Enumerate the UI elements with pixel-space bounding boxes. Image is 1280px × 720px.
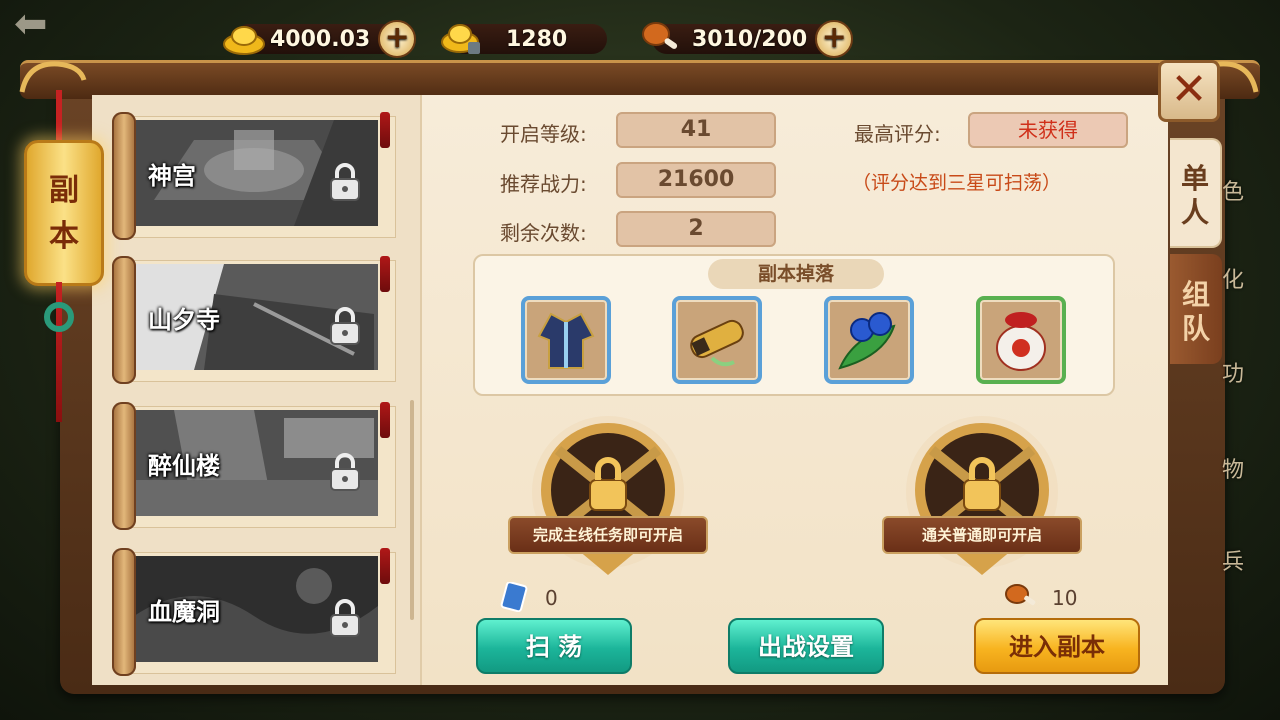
red-tassel: [380, 402, 390, 438]
lock-icon: [330, 307, 360, 345]
remaining-label: 剩余次数:: [500, 221, 587, 245]
wine-jar-icon: [996, 312, 1046, 371]
tab-char: 人: [1180, 196, 1209, 229]
dungeon-item-xuemodong[interactable]: 血魔洞: [110, 548, 396, 676]
gold-amount: 4000.03: [270, 26, 371, 52]
sweep-button[interactable]: 扫 荡: [476, 618, 632, 674]
unlock-condition-text: 完成主线任务即可开启: [508, 516, 708, 554]
level-label: 开启等级:: [500, 122, 587, 146]
ingot-resource: 1280: [441, 20, 608, 58]
bg-menu-text: 物: [1222, 458, 1245, 483]
banner-char: 本: [49, 219, 79, 254]
tab-team[interactable]: 组 队: [1170, 254, 1222, 364]
bg-menu-text: 兵: [1222, 550, 1245, 575]
tab-char: 队: [1181, 312, 1210, 345]
stamina-resource: 3010/200 +: [642, 20, 854, 58]
enter-dungeon-button[interactable]: 进入副本: [974, 618, 1140, 674]
sweep-hint: （评分达到三星可扫荡）: [852, 172, 1062, 194]
scroll-roller: [112, 402, 136, 530]
dungeon-name: 醉仙楼: [148, 452, 220, 480]
add-stamina-button[interactable]: +: [815, 20, 854, 58]
chained-lock-emblem-icon: [906, 416, 1058, 575]
power-label: 推荐战力:: [500, 172, 587, 196]
drumstick-icon: [1005, 584, 1036, 606]
bg-menu-text: 色: [1222, 180, 1245, 205]
drop-item-berries[interactable]: [824, 296, 914, 384]
best-score-label: 最高评分:: [854, 122, 941, 146]
dungeon-name: 山夕寺: [148, 306, 220, 334]
banner-char: 副: [49, 173, 79, 208]
drops-title: 副本掉落: [708, 259, 884, 289]
lock-icon: [330, 453, 360, 491]
locked-medal-elite: 通关普通即可开启: [882, 410, 1082, 580]
chained-lock-emblem-icon: [532, 416, 684, 575]
tab-single[interactable]: 单 人: [1170, 138, 1222, 248]
close-button[interactable]: ✕: [1158, 60, 1220, 122]
drop-item-robe[interactable]: [521, 296, 611, 384]
best-score-value: 未获得: [968, 112, 1128, 148]
add-gold-button[interactable]: +: [378, 20, 417, 58]
list-scrollbar[interactable]: [410, 400, 414, 620]
scroll-roller: [112, 548, 136, 676]
power-value: 21600: [616, 162, 776, 198]
dungeon-item-zuixianlou[interactable]: 醉仙楼: [110, 402, 396, 530]
locked-ingot-icon: [441, 24, 480, 54]
tab-char: 组: [1181, 278, 1210, 311]
stamina-amount: 3010/200: [692, 26, 808, 52]
scroll-roller: [112, 112, 136, 240]
lock-icon: [330, 163, 360, 201]
bg-menu-text: 功: [1222, 362, 1245, 387]
lock-icon: [330, 599, 360, 637]
battle-setup-button[interactable]: 出战设置: [728, 618, 884, 674]
window-top-bar: [20, 60, 1260, 99]
stamina-cost: 10: [1052, 586, 1078, 610]
dungeon-item-shanxisi[interactable]: 山夕寺: [110, 256, 396, 384]
remaining-value: 2: [616, 211, 776, 247]
gold-ingot-icon: [223, 26, 265, 55]
red-tassel: [380, 112, 390, 148]
berries-icon: [838, 312, 896, 370]
dungeon-banner: 副 本: [24, 140, 104, 286]
sweep-ticket-count: 0: [545, 586, 558, 610]
ingot-amount: 1280: [506, 26, 568, 52]
drumstick-icon: [642, 22, 678, 49]
sweep-ticket-icon: [500, 582, 528, 612]
dungeon-name: 神宫: [148, 162, 196, 190]
level-value: 41: [616, 112, 776, 148]
bg-menu-text: 化: [1222, 268, 1245, 293]
frame-corner-ornament: [19, 61, 87, 93]
dungeon-name: 血魔洞: [148, 598, 220, 626]
unlock-condition-text: 通关普通即可开启: [882, 516, 1082, 554]
jade-ring-icon: [44, 302, 74, 332]
robe-icon: [537, 312, 595, 369]
dungeon-item-shengong[interactable]: 神宫: [110, 112, 396, 240]
tab-char: 单: [1180, 162, 1209, 195]
banner-cord: [56, 90, 62, 142]
scroll-icon: [690, 319, 744, 367]
red-tassel: [380, 256, 390, 292]
scroll-roller: [112, 256, 136, 384]
red-tassel: [380, 548, 390, 584]
drop-item-scroll[interactable]: [672, 296, 762, 384]
drop-item-wine-jar[interactable]: [976, 296, 1066, 384]
back-arrow-icon[interactable]: ⬅: [14, 4, 74, 44]
gold-resource: 4000.03 +: [223, 20, 417, 58]
locked-medal-hard: 完成主线任务即可开启: [508, 410, 708, 580]
